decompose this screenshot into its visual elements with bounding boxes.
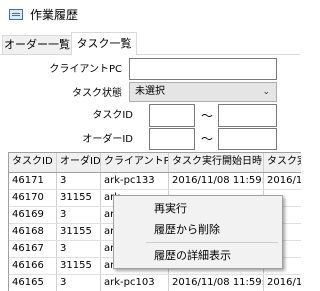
menu-separator bbox=[146, 242, 278, 243]
menu-item-rerun[interactable]: 再実行 bbox=[154, 202, 187, 216]
chevron-down-icon: ⌄ bbox=[262, 87, 270, 97]
table-row[interactable]: 46171 3 ark-pc133 2016/11/08 11:59:29 20… bbox=[9, 173, 301, 190]
column-header-client-pc[interactable]: クライアントPC bbox=[101, 153, 169, 172]
cell-end-time: 2016/11/0 bbox=[264, 275, 301, 291]
task-id-from-input[interactable] bbox=[149, 104, 195, 127]
menu-item-show-history-details[interactable]: 履歴の詳細表示 bbox=[154, 249, 231, 263]
cell-order-id: 3 bbox=[57, 241, 101, 257]
cell-order-id: 31155 bbox=[57, 258, 101, 274]
order-id-label: オーダーID bbox=[82, 134, 133, 145]
order-id-from-input[interactable] bbox=[149, 128, 195, 150]
order-id-to-input[interactable] bbox=[218, 128, 277, 150]
grid-header: タスクID オーダID クライアントPC タスク実行開始日時 タスク実行 bbox=[9, 153, 301, 173]
cell-task-id: 46171 bbox=[9, 173, 57, 189]
column-header-order-id[interactable]: オーダID bbox=[57, 153, 101, 172]
cell-task-id: 46166 bbox=[9, 258, 57, 274]
task-id-label: タスクID bbox=[92, 110, 133, 121]
client-pc-input[interactable] bbox=[129, 58, 277, 80]
cell-client-pc: ark-pc103 bbox=[101, 275, 169, 291]
cell-task-id: 46168 bbox=[9, 224, 57, 240]
tab-order-list[interactable]: オーダー一覧 bbox=[2, 35, 72, 54]
window-app-icon bbox=[9, 9, 23, 20]
window-title: 作業履歴 bbox=[30, 8, 79, 22]
cell-order-id: 3 bbox=[57, 207, 101, 223]
column-header-start-time[interactable]: タスク実行開始日時 bbox=[169, 153, 264, 172]
cell-task-id: 46165 bbox=[9, 275, 57, 291]
task-id-range-separator: ～ bbox=[201, 109, 214, 123]
cell-order-id: 3 bbox=[57, 173, 101, 189]
table-row[interactable]: 46165 3 ark-pc103 2016/11/08 11:59:29 20… bbox=[9, 275, 301, 291]
cell-order-id: 3 bbox=[57, 275, 101, 291]
cell-start-time: 2016/11/08 11:59:29 bbox=[169, 173, 264, 189]
menu-item-delete-from-history[interactable]: 履歴から削除 bbox=[154, 223, 220, 237]
task-status-select[interactable]: 未選択 ⌄ bbox=[129, 82, 277, 102]
cell-order-id: 31155 bbox=[57, 224, 101, 240]
task-id-to-input[interactable] bbox=[218, 104, 277, 127]
task-status-value: 未選択 bbox=[135, 86, 165, 97]
column-header-end-time[interactable]: タスク実行 bbox=[264, 153, 301, 172]
cell-start-time: 2016/11/08 11:59:29 bbox=[169, 275, 264, 291]
context-menu: 再実行 履歴から削除 履歴の詳細表示 bbox=[113, 195, 283, 269]
order-id-range-separator: ～ bbox=[201, 132, 214, 146]
tab-task-list[interactable]: タスク一覧 bbox=[71, 32, 137, 55]
column-header-task-id[interactable]: タスクID bbox=[9, 153, 57, 172]
cell-task-id: 46170 bbox=[9, 190, 57, 206]
client-pc-label: クライアントPC bbox=[49, 64, 122, 75]
cell-task-id: 46167 bbox=[9, 241, 57, 257]
cell-order-id: 31155 bbox=[57, 190, 101, 206]
cell-task-id: 46169 bbox=[9, 207, 57, 223]
cell-client-pc: ark-pc133 bbox=[101, 173, 169, 189]
task-status-label: タスク状態 bbox=[72, 88, 122, 99]
cell-end-time: 2016/11/0 bbox=[264, 173, 301, 189]
